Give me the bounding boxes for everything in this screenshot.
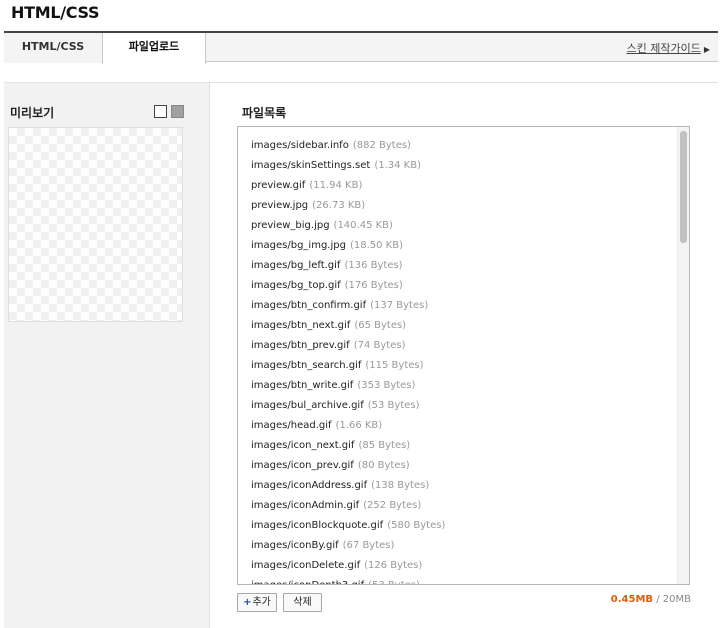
file-size: (136 Bytes) (344, 260, 403, 271)
file-list-item[interactable]: images/bul_archive.gif (53 Bytes) (251, 398, 445, 418)
file-size: (53 Bytes) (368, 580, 420, 584)
file-list-item[interactable]: images/iconDepth3.gif (53 Bytes) (251, 578, 445, 584)
file-size: (138 Bytes) (371, 480, 430, 491)
file-name: images/btn_confirm.gif (251, 300, 367, 311)
file-name: images/btn_search.gif (251, 360, 362, 371)
file-name: images/bul_archive.gif (251, 400, 364, 411)
file-name: images/bg_top.gif (251, 280, 341, 291)
file-name: images/btn_prev.gif (251, 340, 350, 351)
file-name: images/iconDelete.gif (251, 560, 361, 571)
file-list-item[interactable]: images/btn_next.gif (65 Bytes) (251, 318, 445, 338)
add-file-button[interactable]: +추가 (237, 593, 277, 612)
file-size: (18.50 KB) (349, 240, 403, 251)
file-name: images/icon_next.gif (251, 440, 355, 451)
file-name: images/iconBlockquote.gif (251, 520, 384, 531)
tab-bar: HTML/CSS 파일업로드 스킨 제작가이드 ▶ (4, 31, 718, 64)
file-list-item[interactable]: images/btn_write.gif (353 Bytes) (251, 378, 445, 398)
quota-used: 0.45MB (610, 594, 654, 605)
file-name: preview.jpg (251, 200, 309, 211)
file-name: images/head.gif (251, 420, 332, 431)
file-size: (580 Bytes) (387, 520, 446, 531)
file-size: (882 Bytes) (352, 140, 411, 151)
file-list-item[interactable]: preview_big.jpg (140.45 KB) (251, 218, 445, 238)
file-list-item[interactable]: images/iconBy.gif (67 Bytes) (251, 538, 445, 558)
file-list-item[interactable]: images/skinSettings.set (1.34 KB) (251, 158, 445, 178)
quota-total: 20MB (662, 594, 691, 605)
file-list-item[interactable]: images/bg_left.gif (136 Bytes) (251, 258, 445, 278)
storage-quota: 0.45MB / 20MB (611, 594, 691, 605)
file-name: images/iconAddress.gif (251, 480, 368, 491)
preview-label: 미리보기 (10, 106, 55, 120)
preview-panel: 미리보기 (4, 83, 210, 628)
file-size: (80 Bytes) (357, 460, 410, 471)
page-title: HTML/CSS (11, 3, 100, 22)
file-list-item[interactable]: images/btn_prev.gif (74 Bytes) (251, 338, 445, 358)
file-name: images/iconDepth3.gif (251, 580, 364, 584)
file-size: (176 Bytes) (344, 280, 403, 291)
file-name: images/iconBy.gif (251, 540, 339, 551)
file-size: (140.45 KB) (333, 220, 393, 231)
file-list-label: 파일목록 (242, 106, 287, 120)
file-size: (26.73 KB) (312, 200, 366, 211)
file-size: (74 Bytes) (353, 340, 406, 351)
file-name: images/skinSettings.set (251, 160, 371, 171)
file-name: images/iconAdmin.gif (251, 500, 360, 511)
tab-file-upload[interactable]: 파일업로드 (102, 33, 206, 64)
file-list-item[interactable]: images/btn_search.gif (115 Bytes) (251, 358, 445, 378)
file-name: images/bg_img.jpg (251, 240, 346, 251)
file-size: (252 Bytes) (363, 500, 422, 511)
file-size: (353 Bytes) (357, 380, 416, 391)
plus-icon: + (243, 597, 252, 608)
file-items: images/sidebar.info (882 Bytes) images/ski… (251, 138, 445, 584)
file-size: (65 Bytes) (354, 320, 407, 331)
add-button-label: 추가 (252, 597, 271, 608)
file-list-item[interactable]: images/icon_next.gif (85 Bytes) (251, 438, 445, 458)
file-list-item[interactable]: images/bg_img.jpg (18.50 KB) (251, 238, 445, 258)
file-list-item[interactable]: images/icon_prev.gif (80 Bytes) (251, 458, 445, 478)
file-size: (85 Bytes) (358, 440, 411, 451)
file-list-item[interactable]: images/iconAddress.gif (138 Bytes) (251, 478, 445, 498)
file-name: images/btn_write.gif (251, 380, 354, 391)
file-name: preview.gif (251, 180, 306, 191)
file-list-item[interactable]: images/iconAdmin.gif (252 Bytes) (251, 498, 445, 518)
file-size: (115 Bytes) (365, 360, 424, 371)
file-list[interactable]: images/sidebar.info (882 Bytes) images/ski… (237, 126, 690, 585)
file-list-item[interactable]: images/head.gif (1.66 KB) (251, 418, 445, 438)
chevron-right-icon: ▶ (703, 45, 710, 54)
quota-separator: / (653, 594, 663, 605)
file-name: images/icon_prev.gif (251, 460, 354, 471)
delete-file-button[interactable]: 삭제 (283, 593, 322, 612)
file-list-scrollbar[interactable] (677, 127, 689, 584)
file-list-item[interactable]: images/iconBlockquote.gif (580 Bytes) (251, 518, 445, 538)
file-size: (67 Bytes) (342, 540, 395, 551)
file-size: (11.94 KB) (309, 180, 363, 191)
skin-guide-label: 스킨 제작가이드 (626, 42, 701, 55)
file-name: images/btn_next.gif (251, 320, 351, 331)
gray-background-swatch[interactable] (171, 105, 184, 118)
tab-html-css[interactable]: HTML/CSS (4, 33, 102, 63)
file-name: images/bg_left.gif (251, 260, 341, 271)
file-name: preview_big.jpg (251, 220, 330, 231)
file-size: (126 Bytes) (364, 560, 423, 571)
file-list-item[interactable]: images/bg_top.gif (176 Bytes) (251, 278, 445, 298)
file-list-item[interactable]: preview.gif (11.94 KB) (251, 178, 445, 198)
file-size: (1.66 KB) (335, 420, 383, 431)
file-list-item[interactable]: preview.jpg (26.73 KB) (251, 198, 445, 218)
file-size: (53 Bytes) (367, 400, 420, 411)
file-list-item[interactable]: images/btn_confirm.gif (137 Bytes) (251, 298, 445, 318)
white-background-swatch[interactable] (154, 105, 167, 118)
file-size: (1.34 KB) (374, 160, 421, 171)
file-list-item[interactable]: images/iconDelete.gif (126 Bytes) (251, 558, 445, 578)
file-name: images/sidebar.info (251, 140, 349, 151)
scrollbar-thumb[interactable] (680, 131, 687, 243)
skin-guide-link[interactable]: 스킨 제작가이드 ▶ (627, 40, 711, 56)
file-size: (137 Bytes) (370, 300, 429, 311)
preview-area (8, 127, 183, 322)
file-list-item[interactable]: images/sidebar.info (882 Bytes) (251, 138, 445, 158)
